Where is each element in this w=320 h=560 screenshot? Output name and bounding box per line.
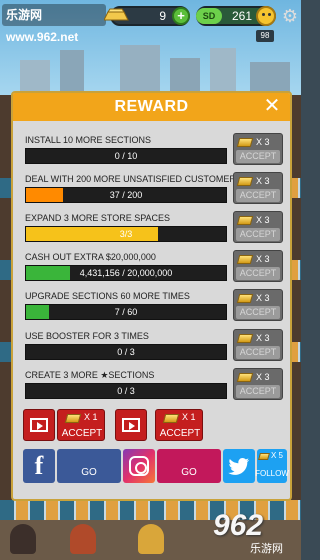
task-reward-box: X 3 ACCEPT <box>233 289 283 321</box>
customer-figure <box>70 524 96 554</box>
customer-figure <box>10 524 36 554</box>
gold-bar-icon <box>236 138 254 147</box>
gold-bar-icon <box>236 294 254 303</box>
task-reward-box: X 3 ACCEPT <box>233 329 283 361</box>
task-title: CASH OUT EXTRA $20,000,000 <box>25 252 156 262</box>
task-row: INSTALL 10 MORE SECTIONS 0 / 10 X 3 ACCEPT <box>23 133 287 169</box>
gold-bar-icon <box>236 255 254 264</box>
task-row: EXPAND 3 MORE STORE SPACES 3/3 X 3 ACCEPT <box>23 211 287 247</box>
video-accept-button[interactable]: X 1 ACCEPT <box>57 409 105 441</box>
task-title: UPGRADE SECTIONS 60 MORE TIMES <box>25 291 190 301</box>
twitter-bird-icon <box>228 458 250 475</box>
task-row: DEAL WITH 200 MORE UNSATISFIED CUSTOMERS… <box>23 172 287 208</box>
task-progress-text: 0 / 3 <box>117 386 135 396</box>
task-progress-text: 0 / 10 <box>114 151 138 161</box>
video-bonus-row: X 1 ACCEPT X 1 ACCEPT <box>23 409 283 441</box>
reward-count: X 3 <box>256 293 270 303</box>
reward-modal: REWARD ✕ INSTALL 10 MORE SECTIONS 0 / 10 X… <box>11 91 292 501</box>
accept-button[interactable]: ACCEPT <box>236 150 280 163</box>
task-progress-bar: 37 / 200 <box>25 187 227 203</box>
follow-label: FOLLOW <box>255 469 289 478</box>
site-watermark: 乐游网 www.962.net <box>2 4 106 44</box>
modal-header: REWARD <box>13 93 290 121</box>
task-title: DEAL WITH 200 MORE UNSATISFIED CUSTOMERS <box>25 174 242 184</box>
task-row: USE BOOSTER FOR 3 TIMES 0 / 3 X 3 ACCEPT <box>23 329 287 365</box>
accept-label: ACCEPT <box>159 428 201 439</box>
reward-count: X 1 <box>182 412 196 422</box>
modal-title: REWARD <box>114 98 189 115</box>
reward-count: X 3 <box>256 137 270 147</box>
task-row: CASH OUT EXTRA $20,000,000 4,431,156 / 20… <box>23 250 287 286</box>
task-progress-bar: 0 / 3 <box>25 383 227 399</box>
task-progress-text: 0 / 3 <box>117 347 135 357</box>
gold-bar-icon <box>236 216 254 225</box>
brand-subtitle: 乐游网 <box>250 543 283 555</box>
accept-button[interactable]: ACCEPT <box>236 267 280 280</box>
reward-count: X 3 <box>256 372 270 382</box>
video-play-icon <box>30 418 48 432</box>
gold-bar-icon <box>236 177 254 186</box>
instagram-icon <box>129 456 149 476</box>
buy-gold-button[interactable]: + <box>172 7 190 25</box>
task-title: CREATE 3 MORE ★SECTIONS <box>25 370 155 380</box>
instagram-button[interactable] <box>123 449 155 483</box>
reward-count: X 3 <box>256 176 270 186</box>
gold-bar-icon <box>236 373 254 382</box>
task-progress-text: 37 / 200 <box>109 190 143 200</box>
watch-video-button[interactable] <box>23 409 55 441</box>
gold-bar-icon <box>104 8 129 21</box>
task-progress-bar: 4,431,156 / 20,000,000 <box>25 265 227 281</box>
facebook-icon[interactable]: f <box>23 449 55 483</box>
task-title: EXPAND 3 MORE STORE SPACES <box>25 213 171 223</box>
close-icon[interactable]: ✕ <box>262 96 282 116</box>
task-progress-text: 3/3 <box>119 229 133 239</box>
task-reward-box: X 3 ACCEPT <box>233 368 283 400</box>
accept-button[interactable]: ACCEPT <box>236 306 280 319</box>
cash-badge: SD <box>196 8 222 24</box>
task-title: USE BOOSTER FOR 3 TIMES <box>25 331 149 341</box>
video-accept-button[interactable]: X 1 ACCEPT <box>155 409 203 441</box>
top-hud: 乐游网 www.962.net 9 + 261 SD ⚙ 98 <box>0 0 301 44</box>
task-reward-box: X 3 ACCEPT <box>233 133 283 165</box>
settings-gear-icon[interactable]: ⚙ <box>280 6 300 26</box>
reward-count: X 1 <box>84 412 98 422</box>
reward-count: X 3 <box>256 215 270 225</box>
gold-bar-icon <box>162 414 180 423</box>
accept-button[interactable]: ACCEPT <box>236 228 280 241</box>
gold-bar-icon <box>236 334 254 343</box>
task-progress-text: 4,431,156 / 20,000,000 <box>79 268 173 278</box>
task-progress-bar: 3/3 <box>25 226 227 242</box>
task-reward-box: X 3 ACCEPT <box>233 172 283 204</box>
accept-label: ACCEPT <box>61 428 103 439</box>
trophy-icon <box>138 524 164 554</box>
go-label: GO <box>181 467 197 478</box>
watch-video-button[interactable] <box>115 409 147 441</box>
level-badge: 98 <box>256 30 274 42</box>
twitter-follow-button[interactable]: X 5 FOLLOW <box>255 449 289 483</box>
gold-bar-icon <box>64 414 82 423</box>
accept-button[interactable]: ACCEPT <box>236 346 280 359</box>
social-row: f GO GO X 5 FOLLOW <box>23 449 289 483</box>
reward-count: X 3 <box>256 254 270 264</box>
task-reward-box: X 3 ACCEPT <box>233 250 283 282</box>
task-row: UPGRADE SECTIONS 60 MORE TIMES 7 / 60 X 3 A… <box>23 289 287 325</box>
task-title: INSTALL 10 MORE SECTIONS <box>25 135 152 145</box>
facebook-go-button[interactable]: GO <box>57 449 121 483</box>
twitter-button[interactable] <box>223 449 255 483</box>
task-row: CREATE 3 MORE ★SECTIONS 0 / 3 X 3 ACCEPT <box>23 368 287 404</box>
task-progress-bar: 7 / 60 <box>25 304 227 320</box>
instagram-go-button[interactable]: GO <box>157 449 221 483</box>
accept-button[interactable]: ACCEPT <box>236 385 280 398</box>
task-reward-box: X 3 ACCEPT <box>233 211 283 243</box>
video-play-icon <box>122 418 140 432</box>
satisfaction-icon[interactable] <box>256 6 276 26</box>
reward-count: X 5 <box>271 451 284 460</box>
task-progress-bar: 0 / 3 <box>25 344 227 360</box>
accept-button[interactable]: ACCEPT <box>236 189 280 202</box>
task-progress-text: 7 / 60 <box>114 307 138 317</box>
reward-count: X 3 <box>256 333 270 343</box>
task-progress-bar: 0 / 10 <box>25 148 227 164</box>
go-label: GO <box>81 467 97 478</box>
gold-bar-icon <box>258 453 270 460</box>
